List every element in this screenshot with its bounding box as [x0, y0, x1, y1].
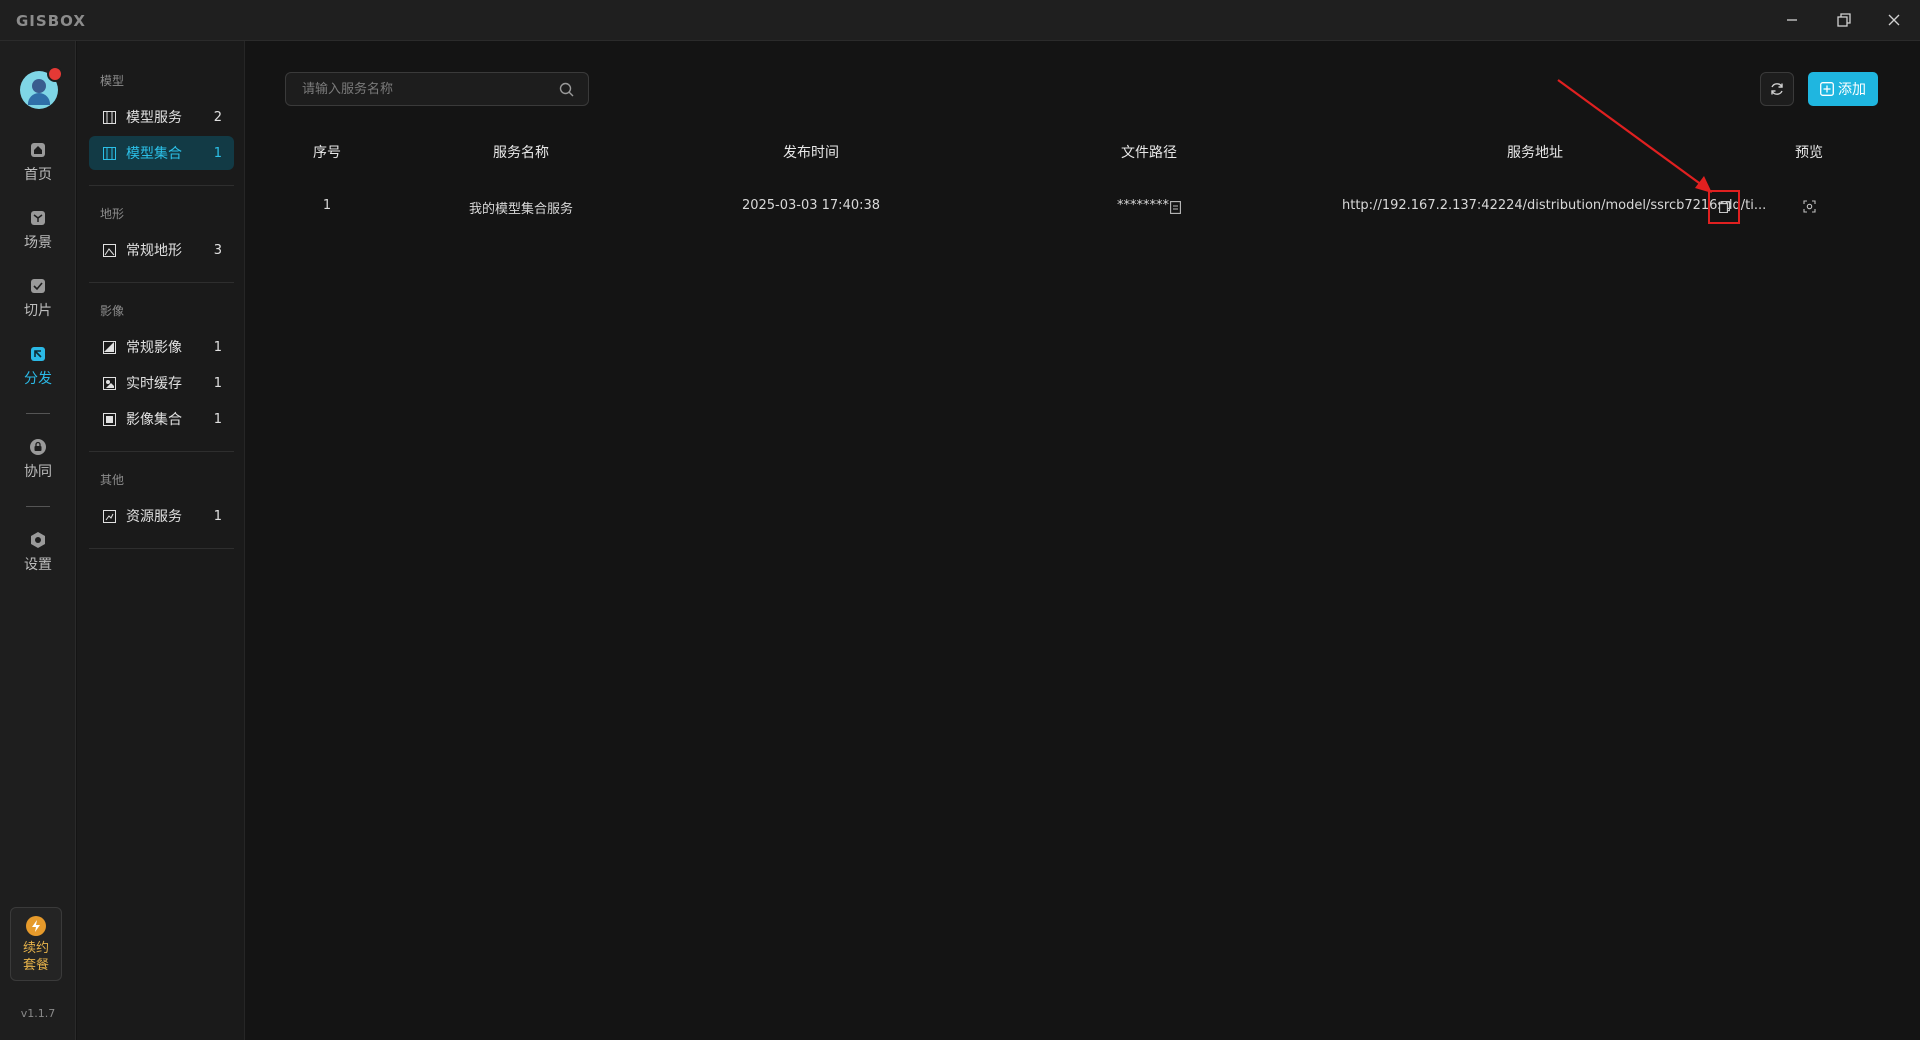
add-button[interactable]: 添加	[1808, 72, 1878, 106]
group-title-terrain: 地形	[100, 207, 125, 221]
sidebar-item-model-service[interactable]: 模型服务 2	[89, 100, 234, 134]
close-icon	[1888, 14, 1900, 26]
restore-icon	[1837, 13, 1851, 27]
refresh-icon	[1771, 83, 1783, 95]
nav-settings[interactable]: 设置	[0, 530, 76, 590]
resource-icon	[102, 509, 116, 523]
lock-icon	[28, 437, 48, 457]
close-button[interactable]	[1872, 6, 1916, 34]
renew-plan-button[interactable]: 续约 套餐	[10, 907, 62, 981]
nav-collaborate[interactable]: 协同	[0, 437, 76, 497]
cell-time: 2025-03-03 17:40:38	[741, 198, 881, 213]
nav-distribute[interactable]: 分发	[0, 344, 76, 404]
group-title-imagery: 影像	[100, 304, 125, 318]
col-header-name: 服务名称	[493, 145, 549, 161]
group-title-other: 其他	[100, 473, 125, 487]
col-header-index: 序号	[313, 145, 341, 161]
sidebar-item-terrain[interactable]: 常规地形 3	[89, 233, 234, 267]
minimize-button[interactable]	[1770, 6, 1814, 34]
service-category-sidebar: 模型 模型服务 2 模型集合 1 地形 常规地形 3 影像 常规影像 1 实时缓…	[77, 41, 245, 1040]
refresh-button[interactable]	[1760, 72, 1794, 106]
nav-slice[interactable]: 切片	[0, 276, 76, 336]
app-version: v1.1.7	[20, 1007, 56, 1020]
document-icon	[1169, 200, 1181, 214]
preview-button[interactable]	[1801, 198, 1817, 214]
terrain-icon	[102, 243, 116, 257]
col-header-preview: 预览	[1795, 145, 1823, 161]
restore-button[interactable]	[1822, 6, 1866, 34]
cell-name: 我的模型集合服务	[468, 202, 574, 217]
main-content: 添加 序号 服务名称 发布时间 文件路径 服务地址 预览 1 我的模型集合服务 …	[246, 41, 1920, 1040]
scene-icon	[28, 208, 48, 228]
annotation-highlight-box	[1708, 190, 1740, 224]
main-nav-rail: 首页 场景 切片 分发 协同 设置 续约 套餐 v1.1.7	[0, 41, 76, 1040]
slice-icon	[28, 276, 48, 296]
col-header-url: 服务地址	[1507, 145, 1563, 161]
lightning-icon	[26, 916, 46, 936]
rail-divider	[26, 506, 50, 507]
sidebar-item-model-collection[interactable]: 模型集合 1	[89, 136, 234, 170]
app-window: GISBOX 首页 场景 切片 分发 协同 设置 续约 套餐 v1.1.7 模型…	[0, 0, 1920, 1040]
image-icon	[102, 340, 116, 354]
annotation-arrow	[1557, 79, 1712, 193]
home-icon	[28, 140, 48, 160]
model-icon	[102, 146, 116, 160]
col-header-path: 文件路径	[1121, 145, 1177, 161]
minimize-icon	[1787, 19, 1797, 21]
copy-path-button[interactable]	[1168, 200, 1182, 214]
group-title-model: 模型	[100, 74, 125, 88]
notification-badge	[47, 66, 63, 82]
rail-divider	[26, 413, 50, 414]
search-input[interactable]	[286, 73, 546, 105]
cell-url: http://192.167.2.137:42224/distribution/…	[1342, 198, 1767, 213]
cell-index: 1	[322, 198, 332, 213]
sidebar-item-realtime-cache[interactable]: 实时缓存 1	[89, 366, 234, 400]
title-bar: GISBOX	[0, 0, 1920, 41]
sidebar-item-imagery[interactable]: 常规影像 1	[89, 330, 234, 364]
model-icon	[102, 110, 116, 124]
app-logo: GISBOX	[16, 12, 86, 30]
distribute-icon	[28, 344, 48, 364]
nav-scene[interactable]: 场景	[0, 208, 76, 268]
image-icon	[102, 376, 116, 390]
nav-home[interactable]: 首页	[0, 140, 76, 200]
add-icon	[1820, 82, 1834, 96]
search-box	[285, 72, 589, 106]
image-icon	[102, 412, 116, 426]
sidebar-item-resource-service[interactable]: 资源服务 1	[89, 499, 234, 533]
col-header-time: 发布时间	[783, 145, 839, 161]
search-icon[interactable]	[559, 82, 574, 97]
sidebar-item-image-collection[interactable]: 影像集合 1	[89, 402, 234, 436]
settings-icon	[28, 530, 48, 550]
preview-icon	[1802, 199, 1816, 213]
cell-path: ********	[1117, 198, 1169, 213]
avatar[interactable]	[20, 66, 63, 109]
